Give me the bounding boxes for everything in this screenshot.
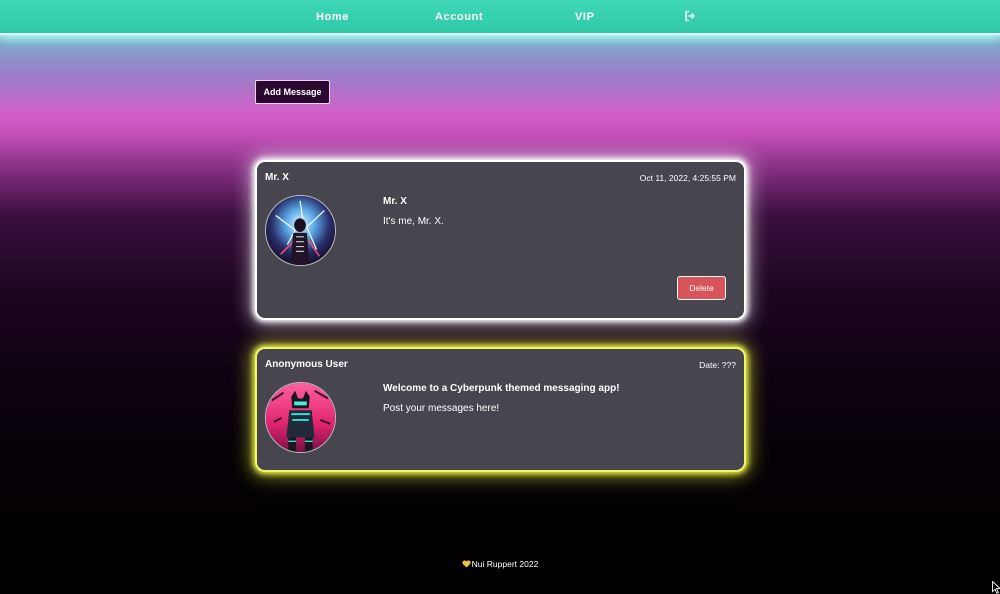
- nav-home-link[interactable]: Home: [316, 11, 349, 23]
- message-username: Anonymous User: [265, 359, 348, 370]
- delete-button[interactable]: Delete: [677, 276, 726, 300]
- mouse-cursor-icon: [992, 581, 1000, 594]
- cyberpunk-avatar-pink: [266, 383, 335, 452]
- message-title: Mr. X: [383, 196, 407, 207]
- avatar: [265, 382, 336, 453]
- nav-account-link[interactable]: Account: [435, 11, 483, 23]
- footer: Nui Ruppert 2022: [0, 559, 1000, 569]
- message-username: Mr. X: [265, 172, 289, 183]
- message-card: Anonymous User Date: ??? Welcome to a Cy…: [255, 347, 746, 472]
- message-body: It's me, Mr. X.: [383, 216, 444, 227]
- footer-text: Nui Ruppert 2022: [471, 559, 539, 569]
- message-date: Oct 11, 2022, 4:25:55 PM: [639, 173, 736, 183]
- nav-vip-link[interactable]: VIP: [575, 11, 595, 23]
- message-date: Date: ???: [699, 360, 736, 370]
- logout-icon[interactable]: [684, 10, 696, 22]
- add-message-button[interactable]: Add Message: [255, 80, 330, 104]
- top-navbar: Home Account VIP: [0, 0, 1000, 35]
- message-title: Welcome to a Cyberpunk themed messaging …: [383, 383, 620, 394]
- message-card: Mr. X Oct 11, 2022, 4:25:55 PM Mr. X It'…: [255, 160, 746, 320]
- message-body: Post your messages here!: [383, 403, 500, 414]
- heart-icon: [462, 560, 471, 568]
- cyberpunk-avatar-blue: [266, 196, 335, 265]
- avatar: [265, 195, 336, 266]
